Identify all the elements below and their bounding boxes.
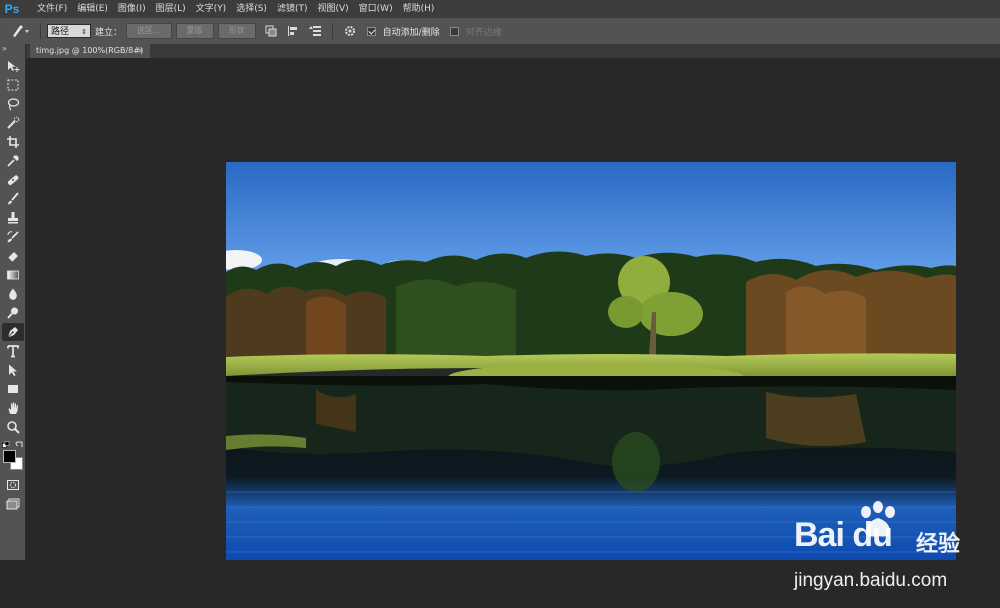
baidu-watermark: Bai du 经验 jingyan.baidu.com	[766, 501, 1000, 608]
menu-layer[interactable]: 图层(L)	[151, 0, 191, 18]
lasso-tool[interactable]	[2, 95, 24, 113]
clone-stamp-tool[interactable]	[2, 209, 24, 227]
canvas-area: Bai du 经验 jingyan.baidu.com	[26, 58, 1000, 591]
baidu-logo-text: Bai du	[794, 516, 893, 554]
eraser-tool[interactable]	[2, 247, 24, 265]
toolbox: »	[0, 44, 26, 560]
path-arrangement-icon	[308, 26, 321, 36]
gradient-icon	[7, 270, 19, 280]
history-brush-tool[interactable]	[2, 228, 24, 246]
crop-icon	[7, 136, 19, 148]
stamp-icon	[8, 212, 18, 224]
screen-mode-icon	[6, 498, 20, 510]
menu-help[interactable]: 帮助(H)	[398, 0, 440, 18]
auto-add-delete-label: 自动添加/删除	[382, 27, 440, 38]
make-selection-button[interactable]: 选区...	[126, 23, 172, 39]
eraser-icon	[7, 252, 18, 263]
color-swatches	[0, 441, 26, 475]
arrow-icon	[9, 364, 17, 376]
align-edges-checkbox[interactable]	[449, 26, 459, 36]
crop-tool[interactable]	[2, 133, 24, 151]
collapse-toolbox-icon[interactable]: »	[0, 44, 25, 56]
path-selection-tool[interactable]	[2, 361, 24, 379]
gear-icon	[344, 26, 355, 36]
brush-tool[interactable]	[2, 190, 24, 208]
auto-add-delete-checkbox[interactable]	[366, 26, 376, 36]
screen-mode-button[interactable]	[2, 495, 24, 513]
eyedropper-icon	[7, 155, 19, 167]
select-arrows-icon: ⇕	[81, 28, 87, 36]
move-icon	[8, 61, 20, 72]
tool-preset-picker[interactable]	[6, 20, 34, 42]
blur-tool[interactable]	[2, 285, 24, 303]
path-alignment-button[interactable]	[285, 23, 301, 39]
menu-edit[interactable]: 编辑(E)	[72, 0, 113, 18]
swap-colors-icon[interactable]	[15, 441, 24, 449]
menu-filter[interactable]: 滤镜(T)	[272, 0, 313, 18]
droplet-icon	[9, 288, 17, 300]
brush-icon	[8, 192, 19, 205]
pen-icon	[7, 327, 18, 338]
move-tool[interactable]	[2, 57, 24, 75]
pen-icon	[13, 25, 29, 37]
mode-select[interactable]: 路径 ⇕	[47, 24, 91, 38]
type-tool[interactable]	[2, 342, 24, 360]
landscape-photo	[226, 162, 956, 560]
lasso-icon	[7, 98, 20, 111]
foreground-color-swatch[interactable]	[3, 450, 16, 463]
align-edges-label: 对齐边缘	[465, 27, 502, 38]
rectangle-icon	[8, 385, 18, 393]
document-image[interactable]	[226, 162, 956, 560]
history-brush-icon	[7, 231, 19, 243]
hand-icon	[8, 402, 18, 414]
close-tab-icon[interactable]: ×	[137, 44, 144, 58]
marquee-tool[interactable]	[2, 76, 24, 94]
menu-bar: Ps 文件(F) 编辑(E) 图像(I) 图层(L) 文字(Y) 选择(S) 滤…	[0, 0, 1000, 18]
separator	[331, 23, 333, 39]
type-icon	[7, 345, 19, 358]
pen-tool[interactable]	[2, 323, 24, 341]
document-tab[interactable]: timg.jpg @ 100%(RGB/8#) ×	[30, 44, 150, 58]
marquee-icon	[7, 79, 19, 91]
menu-type[interactable]: 文字(Y)	[191, 0, 232, 18]
make-mask-button[interactable]: 蒙版	[175, 23, 214, 39]
menu-select[interactable]: 选择(S)	[231, 0, 272, 18]
gradient-tool[interactable]	[2, 266, 24, 284]
mode-select-value: 路径	[51, 27, 70, 37]
menu-items: 文件(F) 编辑(E) 图像(I) 图层(L) 文字(Y) 选择(S) 滤镜(T…	[32, 0, 439, 18]
separator	[40, 23, 41, 39]
quick-mask-button[interactable]	[2, 476, 24, 494]
document-tab-bar: timg.jpg @ 100%(RGB/8#) ×	[26, 44, 1000, 58]
bandage-icon	[7, 175, 19, 185]
make-shape-button[interactable]: 形状	[217, 23, 256, 39]
path-arrangement-button[interactable]	[307, 23, 323, 39]
menu-view[interactable]: 视图(V)	[312, 0, 353, 18]
quick-mask-icon	[7, 480, 19, 490]
photoshop-logo: Ps	[4, 2, 20, 16]
path-operations-button[interactable]	[263, 23, 279, 39]
zoom-tool[interactable]	[2, 418, 24, 436]
dodge-icon	[7, 307, 18, 319]
dodge-tool[interactable]	[2, 304, 24, 322]
path-operations-icon	[265, 25, 277, 37]
hand-tool[interactable]	[2, 399, 24, 417]
eyedropper-tool[interactable]	[2, 152, 24, 170]
quick-select-tool[interactable]	[2, 114, 24, 132]
document-tab-title: timg.jpg @ 100%(RGB/8#)	[36, 46, 144, 55]
watermark-url: jingyan.baidu.com	[794, 570, 948, 591]
path-alignment-icon	[287, 26, 297, 36]
quick-select-icon	[7, 116, 20, 129]
options-bar: 路径 ⇕ 建立： 选区... 蒙版 形状 自动添加/删除 对齐边缘	[0, 18, 1000, 45]
jingyan-text: 经验	[916, 532, 961, 557]
magnifier-icon	[7, 421, 20, 434]
menu-window[interactable]: 窗口(W)	[354, 0, 398, 18]
healing-brush-tool[interactable]	[2, 171, 24, 189]
menu-file[interactable]: 文件(F)	[32, 0, 72, 18]
settings-button[interactable]	[342, 23, 358, 39]
default-colors-icon[interactable]	[2, 441, 10, 449]
rectangle-tool[interactable]	[2, 380, 24, 398]
make-label: 建立：	[95, 27, 123, 38]
menu-image[interactable]: 图像(I)	[113, 0, 151, 18]
